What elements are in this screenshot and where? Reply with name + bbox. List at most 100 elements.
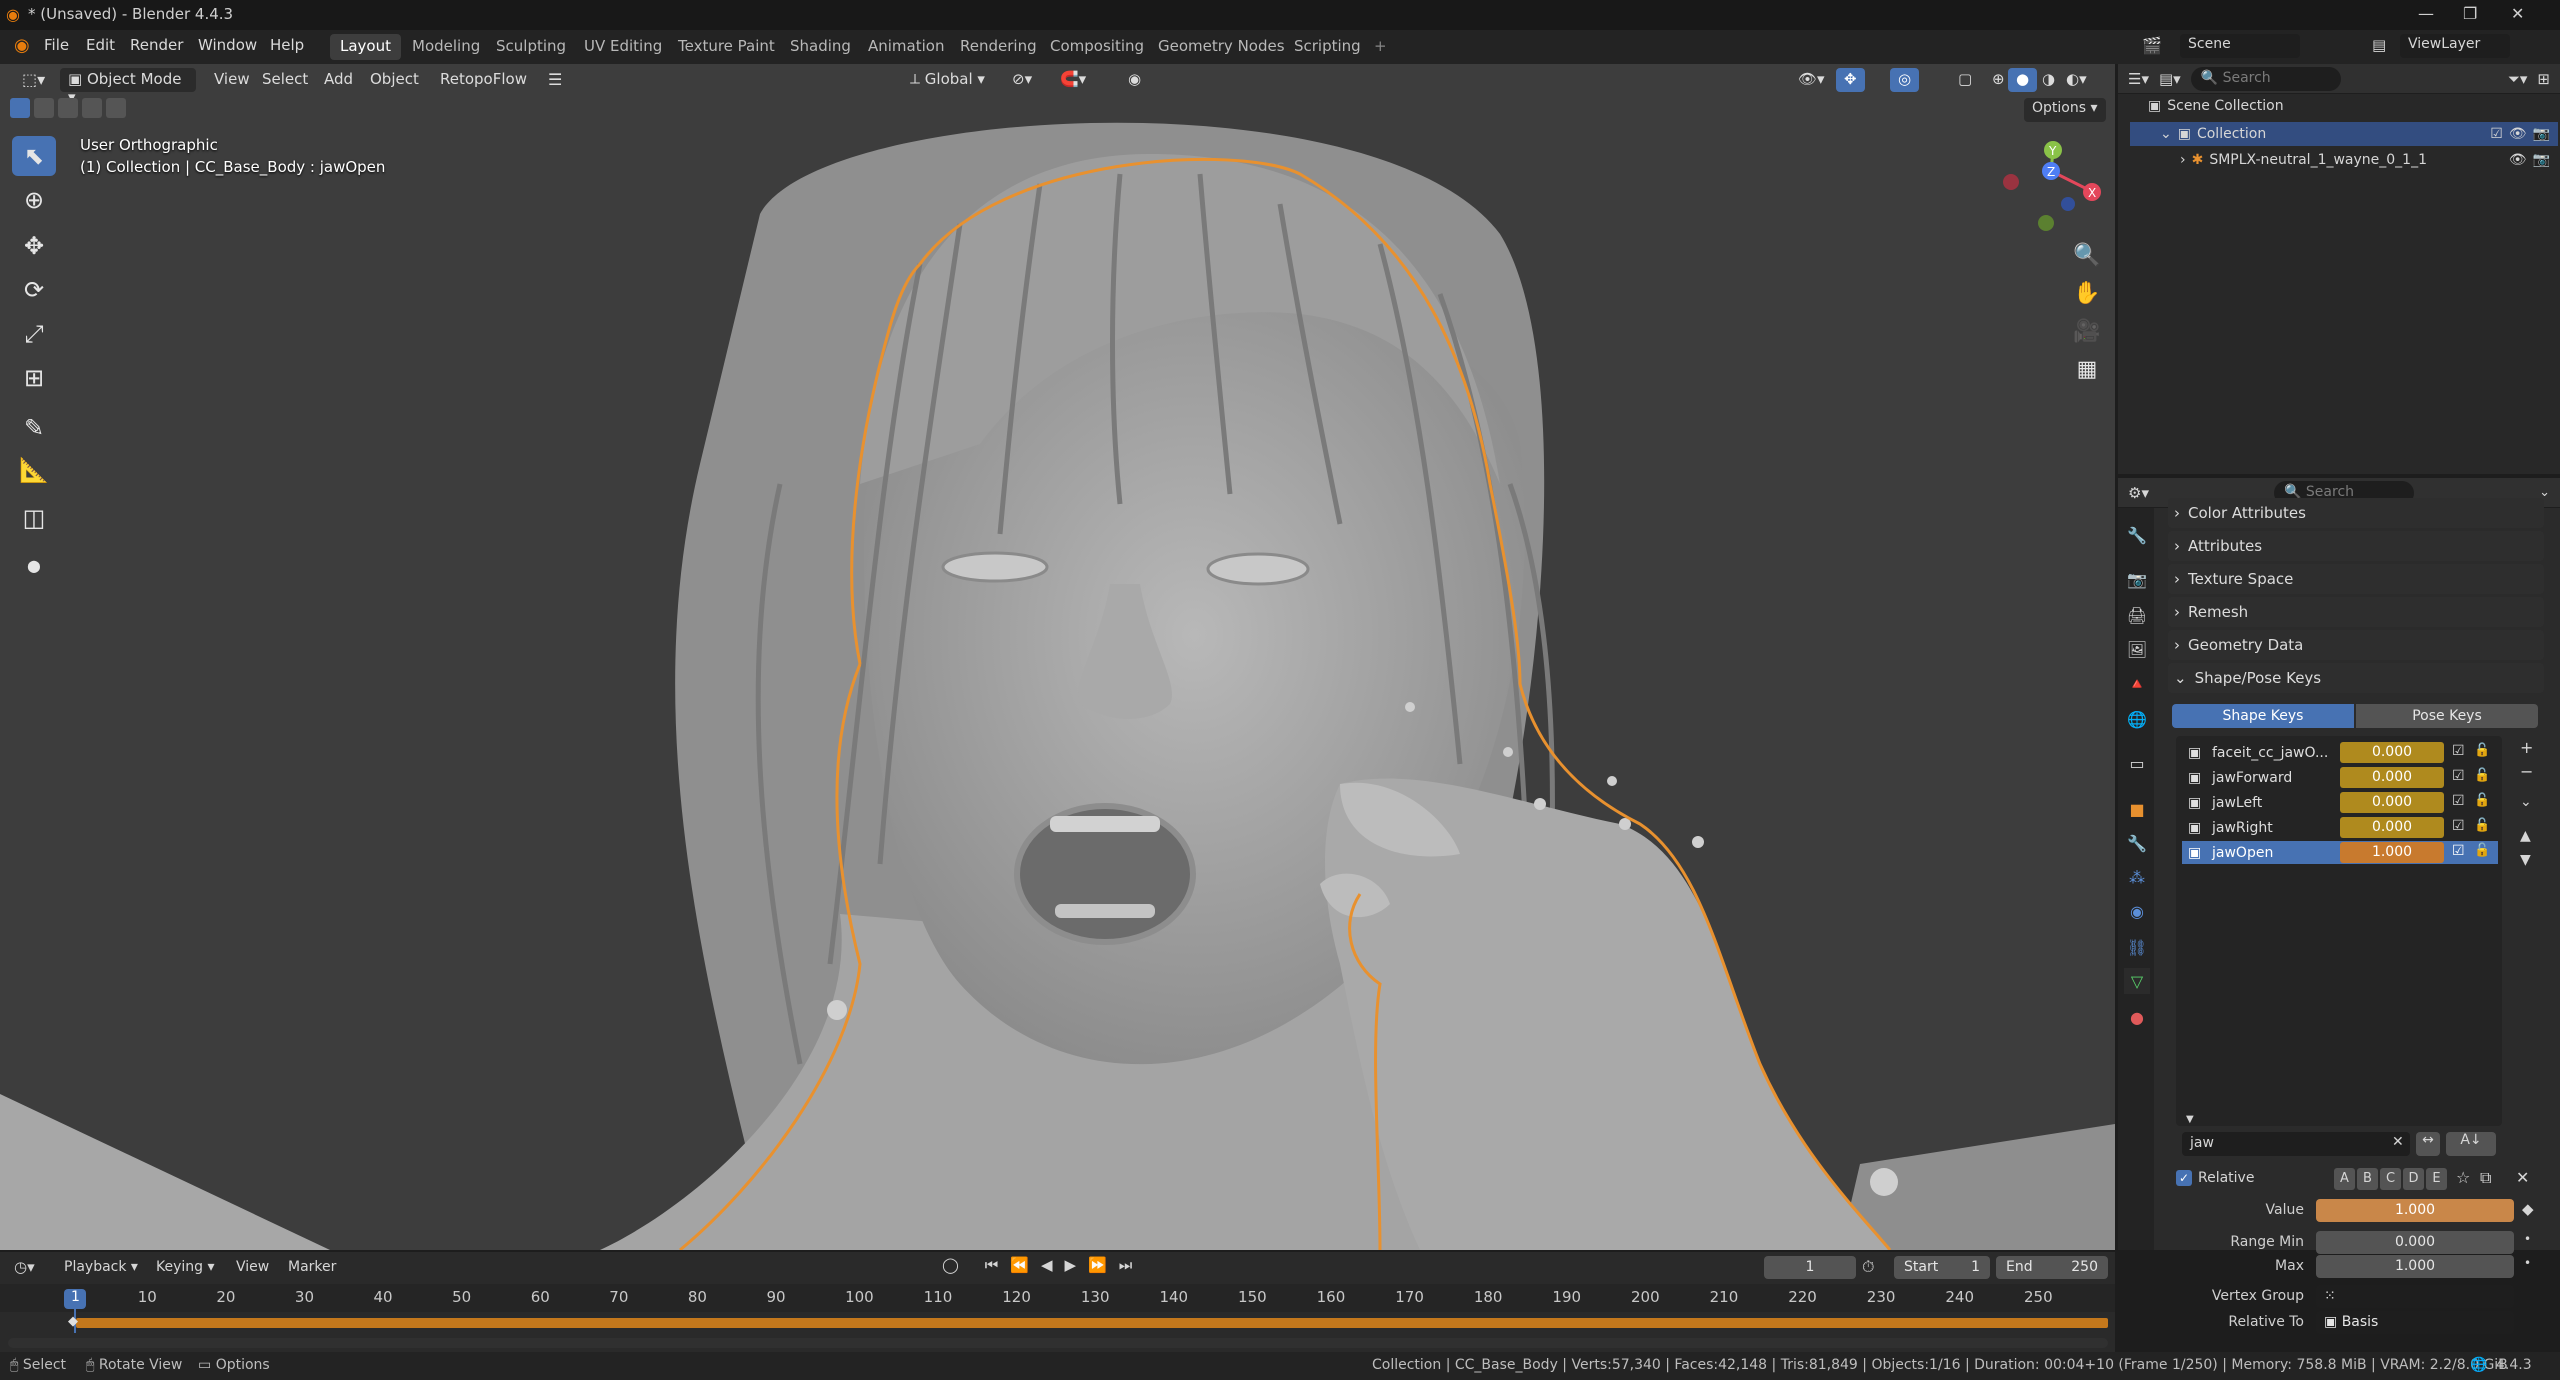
overlay-toggle-icon[interactable]: ◎ xyxy=(1890,68,1920,92)
snap-icon[interactable]: 🧲▾ xyxy=(1052,68,1094,92)
visibility-icon[interactable]: 👁▾ xyxy=(1790,68,1833,92)
lock-icon[interactable]: 🔓 xyxy=(2474,768,2490,783)
grid-ortho-icon[interactable]: ▦ xyxy=(2070,352,2104,386)
measure-tool-icon[interactable]: 📐 xyxy=(12,450,56,490)
filter-icon[interactable]: ⏷▾ xyxy=(2508,70,2528,88)
relative-to-field[interactable]: ▣ Basis xyxy=(2316,1311,2514,1334)
close-icon[interactable]: ✕ xyxy=(2511,4,2524,23)
scale-tool-icon[interactable]: ⤢ xyxy=(12,314,56,354)
clock-icon[interactable]: ⏱ xyxy=(1862,1257,1874,1277)
sort-letter-a[interactable]: A xyxy=(2334,1168,2355,1190)
rotate-tool-icon[interactable]: ⟳ xyxy=(12,270,56,310)
hide-eye-icon[interactable]: 👁 xyxy=(2509,126,2527,142)
section-geometry-data[interactable]: › Geometry Data xyxy=(2168,630,2544,660)
exclude-checkbox[interactable]: ☑ xyxy=(2490,126,2503,142)
pivot-icon[interactable]: ⊘▾ xyxy=(1004,68,1040,92)
outliner-editor-icon[interactable]: ☰▾ xyxy=(2128,70,2149,88)
gizmo-toggle-icon[interactable]: ✥ xyxy=(1836,68,1865,92)
timeline-menu-marker[interactable]: Marker xyxy=(288,1259,336,1275)
jump-prev-keyframe-icon[interactable]: ⏪ xyxy=(1010,1256,1029,1274)
section-remesh[interactable]: › Remesh xyxy=(2168,597,2544,627)
keyframe-diamond-icon[interactable]: ◆ xyxy=(2522,1200,2534,1218)
view-layer-props-icon[interactable]: 🖼 xyxy=(2124,636,2150,662)
scene-selector[interactable]: Scene xyxy=(2180,34,2300,58)
max-field[interactable]: 1.000 xyxy=(2316,1255,2514,1278)
menu-file[interactable]: File xyxy=(44,36,69,54)
shape-key-filter-input[interactable]: jaw xyxy=(2182,1132,2410,1156)
select-intersect-icon[interactable] xyxy=(106,98,126,118)
menu-edit[interactable]: Edit xyxy=(86,36,115,54)
render-camera-icon[interactable]: 📷 xyxy=(2533,152,2558,168)
shape-key-value[interactable]: 0.000 xyxy=(2340,792,2444,813)
invert-filter-icon[interactable]: ↔ xyxy=(2416,1132,2440,1156)
section-shape-keys[interactable]: ⌄ Shape/Pose Keys xyxy=(2168,663,2544,693)
add-workspace-button[interactable]: + xyxy=(1364,34,1397,60)
add-shape-key-icon[interactable]: + xyxy=(2520,738,2533,757)
mode-selector[interactable]: ▣ Object Mode ▾ xyxy=(60,68,196,106)
tab-animation[interactable]: Animation xyxy=(858,34,954,60)
world-props-icon[interactable]: 🌐 xyxy=(2124,706,2150,732)
camera-view-icon[interactable]: 🎥 xyxy=(2070,314,2104,348)
section-attributes[interactable]: › Attributes xyxy=(2168,531,2544,561)
favorite-star-icon[interactable]: ☆ xyxy=(2456,1168,2470,1187)
viewport-menu-select[interactable]: Select xyxy=(254,68,316,92)
sort-letter-e[interactable]: E xyxy=(2426,1168,2447,1190)
blender-menu-icon[interactable]: ◉ xyxy=(14,35,30,56)
auto-keying-icon[interactable]: ◯ xyxy=(942,1256,959,1274)
shape-key-mute-checkbox[interactable]: ☑ xyxy=(2452,793,2465,809)
physics-props-icon[interactable]: ◉ xyxy=(2124,898,2150,924)
new-collection-icon[interactable]: ⊞ xyxy=(2537,70,2550,88)
navigation-gizmo[interactable]: X Y Z xyxy=(1996,136,2106,236)
tool-settings-icon[interactable]: 🔧 xyxy=(2124,522,2150,548)
tab-modeling[interactable]: Modeling xyxy=(402,34,490,60)
move-up-icon[interactable]: ▲ xyxy=(2520,828,2531,844)
tab-rendering[interactable]: Rendering xyxy=(950,34,1047,60)
lock-icon[interactable]: 🔓 xyxy=(2474,818,2490,833)
solid-shading-icon[interactable]: ● xyxy=(2008,68,2038,92)
lock-icon[interactable]: 🔓 xyxy=(2474,743,2490,758)
section-texture-space[interactable]: › Texture Space xyxy=(2168,564,2544,594)
viewport-menu-object[interactable]: Object xyxy=(362,68,427,92)
tab-scripting[interactable]: Scripting xyxy=(1284,34,1371,60)
zoom-icon[interactable]: 🔍 xyxy=(2070,238,2104,272)
minimize-icon[interactable]: — xyxy=(2418,4,2434,23)
retopoflow-menu[interactable]: RetopoFlow xyxy=(432,68,535,92)
view-layer-selector[interactable]: ViewLayer xyxy=(2400,34,2510,58)
retopoflow-tool-icon[interactable]: ⬤ xyxy=(12,546,56,586)
orientation-selector[interactable]: ⟂ Global ▾ xyxy=(902,68,993,92)
shape-key-specials-icon[interactable]: ⌄ xyxy=(2520,794,2532,810)
current-frame-field[interactable]: 1 xyxy=(1764,1256,1856,1279)
menu-help[interactable]: Help xyxy=(270,36,304,54)
hide-eye-icon[interactable]: 👁 xyxy=(2509,152,2527,168)
hamburger-icon[interactable]: ☰ xyxy=(540,68,570,92)
end-frame-field[interactable]: End 250 xyxy=(1996,1256,2108,1279)
timeline-menu-view[interactable]: View xyxy=(236,1259,269,1275)
particles-props-icon[interactable]: ⁂ xyxy=(2124,864,2150,890)
keyframe-dot-icon[interactable]: • xyxy=(2524,1232,2531,1246)
remove-shape-key-icon[interactable]: − xyxy=(2520,762,2533,781)
output-props-icon[interactable]: 🖨 xyxy=(2124,602,2150,628)
new-from-mix-icon[interactable]: ⧉ xyxy=(2480,1168,2491,1188)
pan-hand-icon[interactable]: ✋ xyxy=(2070,276,2104,310)
start-frame-field[interactable]: Start 1 xyxy=(1894,1256,1990,1279)
filter-toggle-icon[interactable]: ▼ xyxy=(2186,1114,2194,1125)
shape-key-mute-checkbox[interactable]: ☑ xyxy=(2452,818,2465,834)
value-slider[interactable]: 1.000 xyxy=(2316,1199,2514,1222)
range-min-field[interactable]: 0.000 xyxy=(2316,1231,2514,1254)
collapse-chevron-icon[interactable]: ⌄ xyxy=(2160,126,2172,142)
viewport-3d[interactable] xyxy=(0,64,2115,1250)
relative-checkbox[interactable]: ✓ Relative xyxy=(2176,1170,2254,1186)
move-tool-icon[interactable]: ✥ xyxy=(12,226,56,266)
tab-compositing[interactable]: Compositing xyxy=(1040,34,1154,60)
outliner-search-input[interactable]: 🔍 Search xyxy=(2190,66,2341,91)
timeline-menu-keying[interactable]: Keying ▾ xyxy=(156,1259,215,1275)
select-subtract-icon[interactable] xyxy=(58,98,78,118)
clear-filter-icon[interactable]: ✕ xyxy=(2392,1134,2404,1150)
timeline-scrollbar[interactable] xyxy=(8,1338,2108,1348)
tab-shading[interactable]: Shading xyxy=(780,34,861,60)
object-props-icon[interactable]: ■ xyxy=(2124,796,2150,822)
shape-key-value[interactable]: 0.000 xyxy=(2340,817,2444,838)
material-props-icon[interactable]: ● xyxy=(2124,1004,2150,1030)
menu-window[interactable]: Window xyxy=(198,36,257,54)
constraints-props-icon[interactable]: ⛓ xyxy=(2124,934,2150,960)
